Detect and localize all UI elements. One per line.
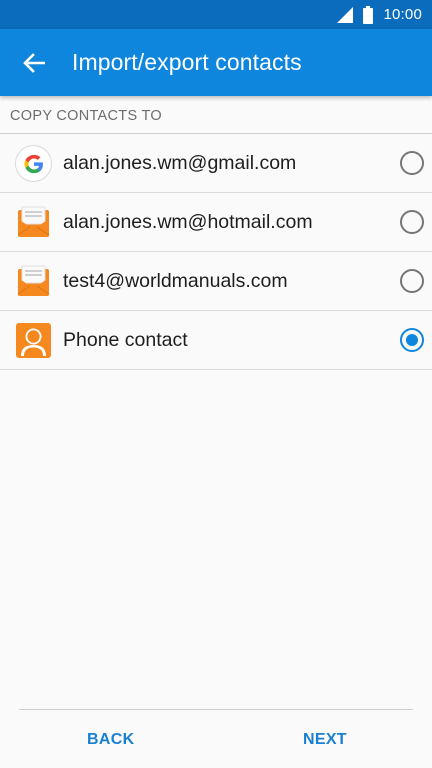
account-row-worldmanuals[interactable]: test4@worldmanuals.com [0, 252, 432, 311]
app-bar: Import/export contacts [0, 29, 432, 96]
account-label: Phone contact [63, 329, 188, 351]
account-label: alan.jones.wm@gmail.com [63, 152, 297, 174]
account-label: alan.jones.wm@hotmail.com [63, 211, 313, 233]
phone-contact-icon [16, 323, 51, 358]
account-list: alan.jones.wm@gmail.com alan.jones.wm@ho… [0, 134, 432, 370]
footer-divider [19, 709, 413, 710]
section-header-label: COPY CONTACTS TO [10, 108, 162, 124]
back-button[interactable]: BACK [87, 722, 134, 758]
account-row-hotmail[interactable]: alan.jones.wm@hotmail.com [0, 193, 432, 252]
next-button[interactable]: NEXT [303, 722, 347, 758]
page-title: Import/export contacts [72, 49, 302, 75]
section-header: COPY CONTACTS TO [0, 96, 432, 134]
radio-phone-contact[interactable] [400, 328, 424, 352]
account-row-phone-contact[interactable]: Phone contact [0, 311, 432, 370]
status-bar: 10:00 [0, 0, 432, 29]
battery-icon [363, 5, 374, 24]
radio-gmail[interactable] [400, 151, 424, 175]
signal-icon [337, 6, 354, 23]
google-icon [16, 146, 51, 181]
account-label: test4@worldmanuals.com [63, 270, 288, 292]
account-row-gmail[interactable]: alan.jones.wm@gmail.com [0, 134, 432, 193]
email-icon [16, 205, 51, 240]
status-icons: 10:00 [337, 0, 422, 29]
status-time: 10:00 [383, 6, 422, 23]
radio-hotmail[interactable] [400, 210, 424, 234]
radio-worldmanuals[interactable] [400, 269, 424, 293]
back-arrow-icon[interactable] [16, 47, 52, 79]
email-icon [16, 264, 51, 299]
